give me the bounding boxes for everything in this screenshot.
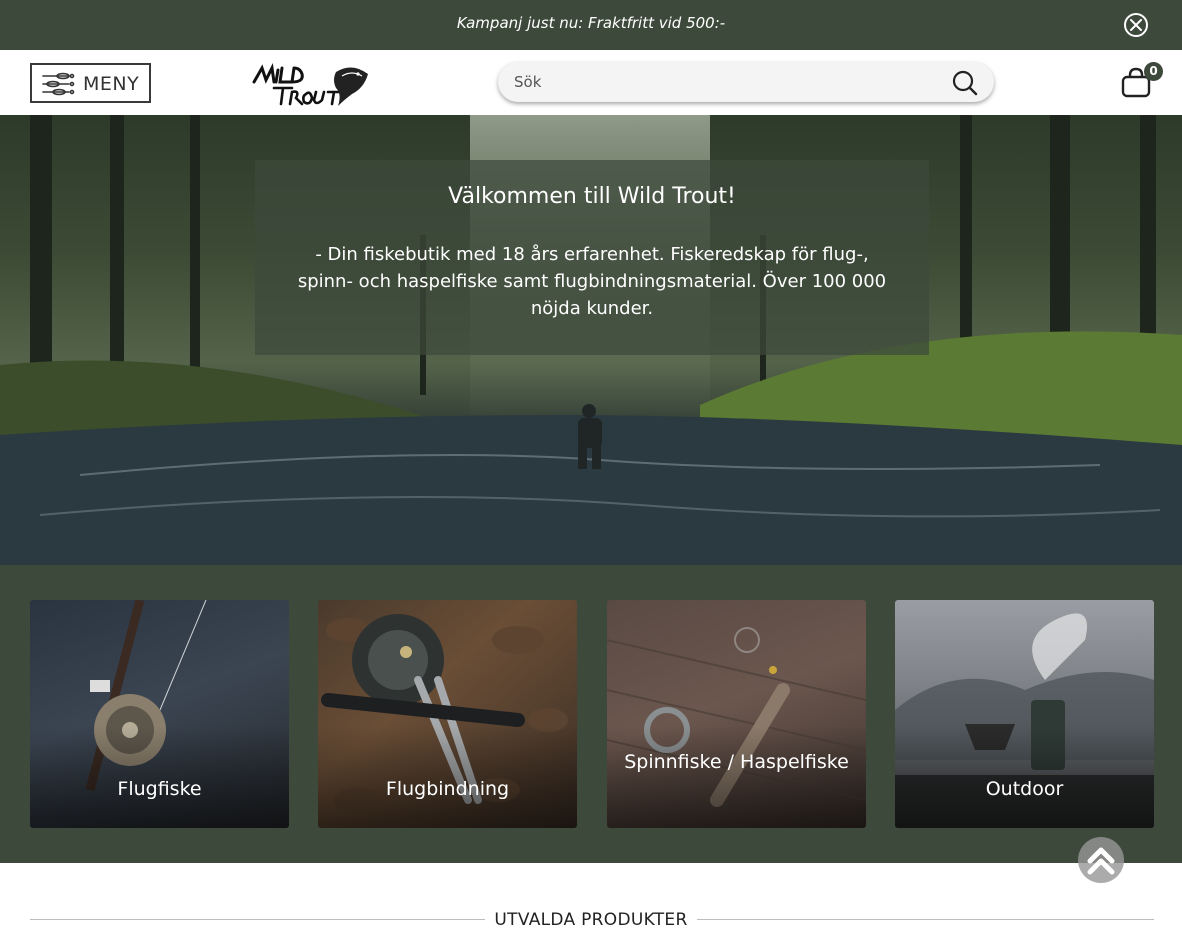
hero-text: - Din fiskebutik med 18 års erfarenhet. …: [297, 244, 887, 319]
category-card-outdoor[interactable]: Outdoor: [895, 600, 1154, 828]
promo-bar: Kampanj just nu: Fraktfritt vid 500:-: [0, 0, 1182, 50]
category-card-flugfiske[interactable]: Flugfiske: [30, 600, 289, 828]
fishing-lures-menu-icon: [41, 72, 75, 100]
featured-products-heading: UTVALDA PRODUKTER: [30, 906, 1154, 931]
site-header: MENY 0: [0, 50, 1182, 115]
category-card-spinnfiske-haspelfiske[interactable]: Spinnfiske / Haspelfiske: [607, 600, 866, 828]
hero-banner: Välkommen till Wild Trout! - Din fiskebu…: [0, 115, 1182, 565]
category-label: Flugbindning: [385, 778, 510, 800]
menu-button[interactable]: MENY: [30, 63, 151, 103]
hero-welcome-box: Välkommen till Wild Trout! - Din fiskebu…: [255, 160, 929, 355]
hero-title: Välkommen till Wild Trout!: [448, 184, 736, 209]
search-icon[interactable]: [952, 70, 978, 100]
category-section: Flugfiske Flugbindning Spinnfiske / Hasp…: [0, 565, 1182, 863]
cart-button[interactable]: 0: [1120, 62, 1164, 102]
divider-line: [697, 919, 1154, 920]
close-circle-icon[interactable]: [1124, 13, 1148, 37]
promo-text: Kampanj just nu: Fraktfritt vid 500:-: [456, 14, 726, 32]
search-input[interactable]: [514, 62, 934, 102]
wild-trout-logo[interactable]: [252, 60, 372, 110]
category-label: Flugfiske: [117, 778, 202, 800]
category-label: Outdoor: [985, 778, 1064, 800]
cart-count-badge: 0: [1144, 62, 1163, 81]
search-bar: [498, 62, 994, 102]
menu-label: MENY: [83, 73, 140, 95]
category-label: Spinnfiske / Haspelfiske: [624, 751, 849, 773]
scroll-to-top-button[interactable]: [1078, 837, 1124, 883]
divider-line: [30, 919, 485, 920]
featured-title: UTVALDA PRODUKTER: [494, 910, 688, 930]
category-card-flugbindning[interactable]: Flugbindning: [318, 600, 577, 828]
